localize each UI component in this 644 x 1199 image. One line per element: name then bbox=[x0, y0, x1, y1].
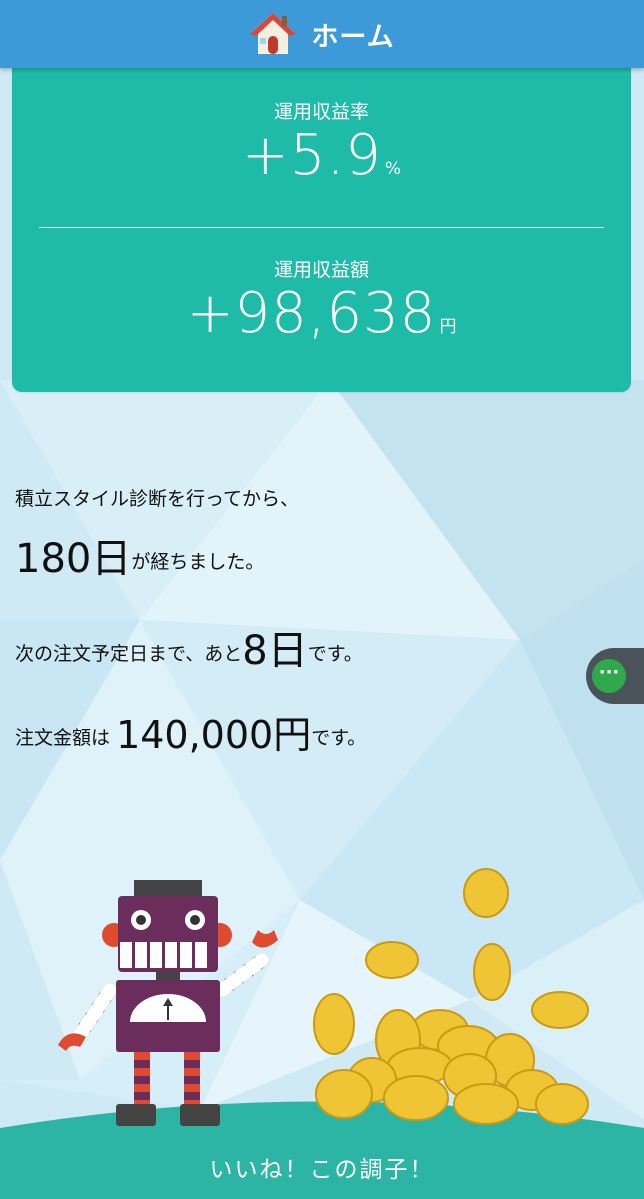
return-amount-unit: 円 bbox=[439, 317, 457, 337]
page-title: ホーム bbox=[311, 21, 395, 53]
house-icon bbox=[250, 13, 297, 54]
return-amount-label: 運用収益額 bbox=[273, 259, 369, 281]
return-rate-unit: % bbox=[384, 159, 402, 179]
robot-illustration bbox=[58, 880, 278, 1126]
card-divider bbox=[39, 227, 604, 228]
order-amount-suffix: です。 bbox=[311, 727, 367, 749]
return-amount: +98,638 円 bbox=[12, 281, 631, 346]
robot-coins-illustration bbox=[0, 868, 644, 1199]
coin-pile-illustration bbox=[313, 868, 589, 1125]
elapsed-days-row: 180日が経ちました。 bbox=[15, 526, 264, 584]
encouragement-message: いいね！この調子！ bbox=[209, 1157, 435, 1183]
side-menu-tab[interactable]: ··· bbox=[586, 648, 644, 704]
return-summary-card: 運用収益率 +5.9% 運用収益額 +98,638 円 bbox=[12, 55, 631, 392]
order-amount-row: 注文金額は 140,000円です。 bbox=[15, 704, 366, 759]
elapsed-days-value: 180日 bbox=[15, 536, 132, 582]
return-amount-value: +98,638 bbox=[186, 281, 437, 346]
order-amount-prefix: 注文金額は bbox=[15, 727, 111, 749]
return-rate-value: +5.9 bbox=[241, 123, 382, 188]
elapsed-days-suffix: が経ちました。 bbox=[131, 551, 265, 573]
app-header: ホーム bbox=[0, 0, 644, 68]
next-order-days-value: 8日 bbox=[242, 628, 308, 674]
next-order-row: 次の注文予定日まで、あと8日です。 bbox=[15, 618, 363, 676]
next-order-prefix: 次の注文予定日まで、あと bbox=[15, 643, 243, 665]
next-order-suffix: です。 bbox=[307, 643, 363, 665]
diagnosis-intro-text: 積立スタイル診断を行ってから、 bbox=[15, 488, 300, 510]
order-amount-value: 140,000円 bbox=[116, 713, 312, 757]
more-dots-icon[interactable]: ··· bbox=[592, 659, 626, 693]
return-rate: +5.9% bbox=[12, 123, 631, 188]
return-rate-label: 運用収益率 bbox=[273, 101, 369, 123]
